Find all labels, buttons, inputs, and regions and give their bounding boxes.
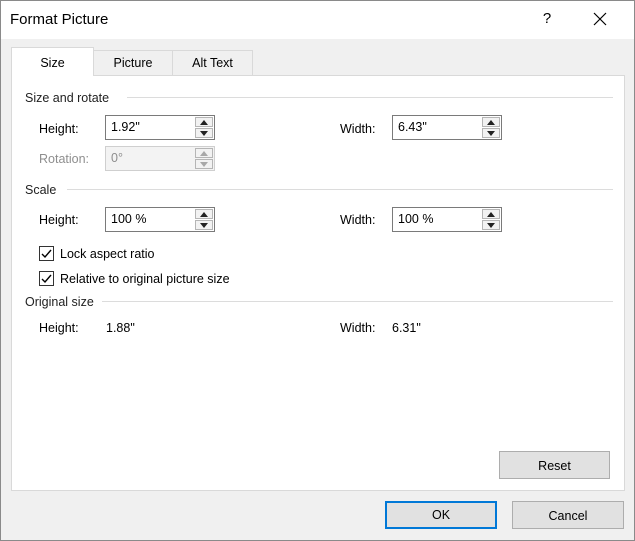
width-value[interactable]: 6.43"	[398, 120, 427, 134]
rotation-decrement-button	[195, 159, 213, 169]
reset-button[interactable]: Reset	[499, 451, 610, 479]
scale-width-decrement-button[interactable]	[482, 220, 500, 230]
checkmark-icon	[41, 249, 52, 259]
scale-height-label: Height:	[39, 213, 79, 227]
rotation-label: Rotation:	[39, 152, 90, 166]
arrow-down-icon	[200, 162, 208, 167]
rotation-spinner: 0°	[105, 146, 215, 171]
scale-height-decrement-button[interactable]	[195, 220, 213, 230]
scale-width-spinner[interactable]: 100 %	[392, 207, 502, 232]
tab-picture[interactable]: Picture	[93, 50, 173, 75]
original-height-value: 1.88"	[106, 321, 135, 335]
original-width-value: 6.31"	[392, 321, 421, 335]
section-title-size-and-rotate: Size and rotate	[25, 91, 110, 105]
title-bar: Format Picture ?	[1, 1, 634, 39]
arrow-down-icon	[200, 131, 208, 136]
lock-aspect-ratio-checkbox[interactable]	[39, 246, 54, 261]
height-decrement-button[interactable]	[195, 128, 213, 138]
scale-height-increment-button[interactable]	[195, 209, 213, 219]
scale-width-value[interactable]: 100 %	[398, 212, 433, 226]
arrow-down-icon	[487, 223, 495, 228]
section-divider	[102, 301, 613, 302]
arrow-up-icon	[200, 212, 208, 217]
height-spinner[interactable]: 1.92"	[105, 115, 215, 140]
section-title-original-size: Original size	[25, 295, 94, 309]
rotation-increment-button	[195, 148, 213, 158]
checkmark-icon	[41, 274, 52, 284]
dialog-title: Format Picture	[10, 11, 109, 28]
help-button[interactable]: ?	[537, 10, 557, 27]
lock-aspect-ratio-label[interactable]: Lock aspect ratio	[60, 247, 155, 261]
original-height-label: Height:	[39, 321, 79, 335]
size-tab-panel: Size and rotate Height: 1.92" Width: 6.4…	[11, 75, 625, 491]
arrow-down-icon	[200, 223, 208, 228]
relative-to-original-label[interactable]: Relative to original picture size	[60, 272, 230, 286]
close-button[interactable]	[593, 10, 613, 26]
ok-button[interactable]: OK	[385, 501, 497, 529]
width-increment-button[interactable]	[482, 117, 500, 127]
scale-width-increment-button[interactable]	[482, 209, 500, 219]
width-label: Width:	[340, 122, 376, 136]
arrow-up-icon	[200, 120, 208, 125]
scale-height-spinner[interactable]: 100 %	[105, 207, 215, 232]
scale-height-value[interactable]: 100 %	[111, 212, 146, 226]
close-icon	[593, 12, 607, 26]
rotation-value: 0°	[111, 151, 123, 165]
height-label: Height:	[39, 122, 79, 136]
format-picture-dialog: Format Picture ? Size Picture Alt Text S…	[0, 0, 635, 541]
height-increment-button[interactable]	[195, 117, 213, 127]
arrow-up-icon	[200, 151, 208, 156]
tab-size[interactable]: Size	[11, 47, 94, 76]
height-value[interactable]: 1.92"	[111, 120, 140, 134]
section-title-scale: Scale	[25, 183, 57, 197]
arrow-up-icon	[487, 212, 495, 217]
original-width-label: Width:	[340, 321, 376, 335]
width-spinner[interactable]: 6.43"	[392, 115, 502, 140]
arrow-down-icon	[487, 131, 495, 136]
relative-to-original-checkbox[interactable]	[39, 271, 54, 286]
cancel-button[interactable]: Cancel	[512, 501, 624, 529]
width-decrement-button[interactable]	[482, 128, 500, 138]
arrow-up-icon	[487, 120, 495, 125]
scale-width-label: Width:	[340, 213, 376, 227]
section-divider	[127, 97, 613, 98]
tab-alt-text[interactable]: Alt Text	[172, 50, 253, 75]
section-divider	[67, 189, 613, 190]
